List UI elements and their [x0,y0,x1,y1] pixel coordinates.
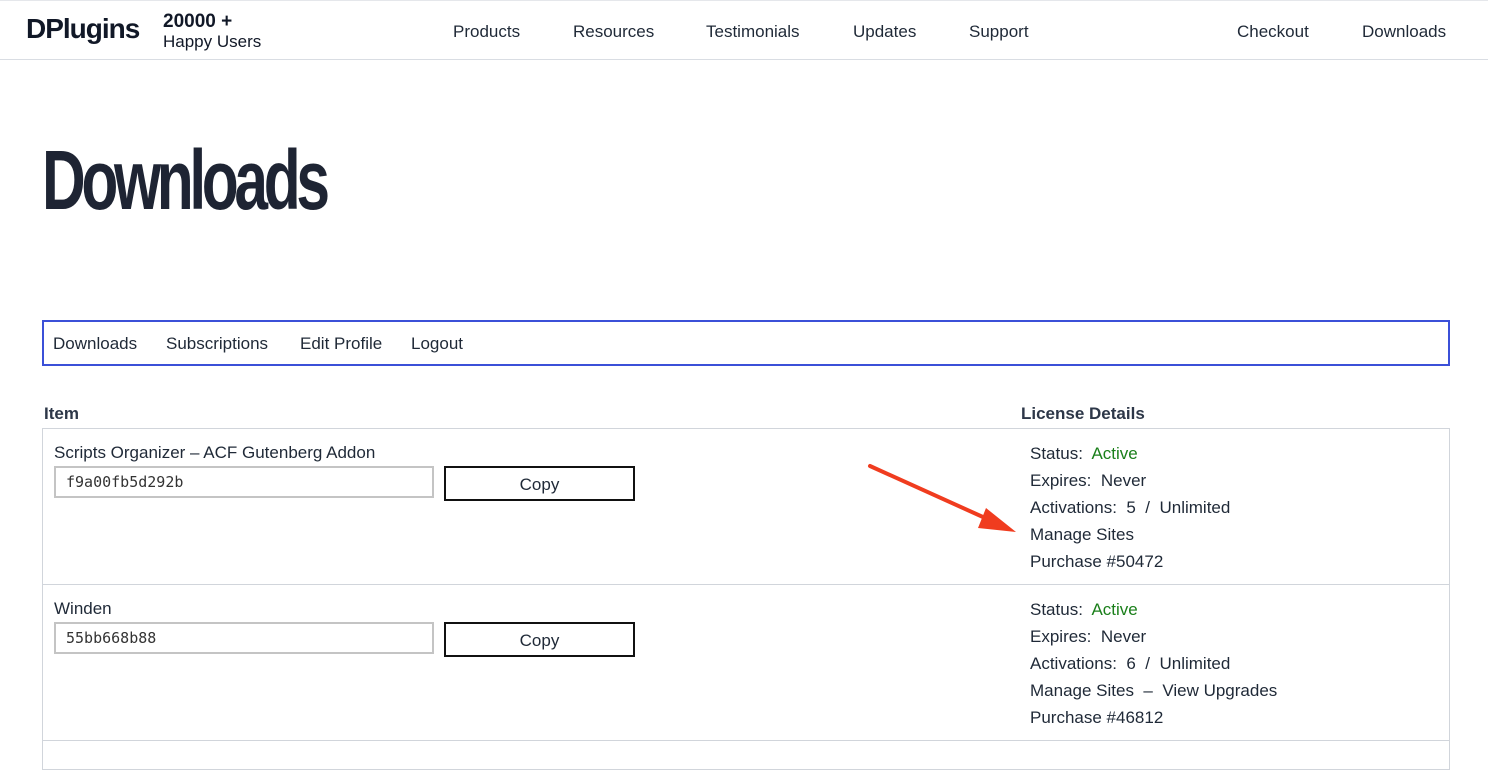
page-title: Downloads [42,133,330,227]
expires-label: Expires: [1030,627,1092,646]
activations-used: 6 [1126,654,1136,673]
nav-testimonials[interactable]: Testimonials [706,21,800,43]
tab-logout[interactable]: Logout [411,334,463,354]
expires-label: Expires: [1030,471,1092,490]
tab-edit-profile[interactable]: Edit Profile [300,334,382,354]
nav-support[interactable]: Support [969,21,1029,43]
view-upgrades-link[interactable]: View Upgrades [1162,681,1277,700]
tab-subscriptions[interactable]: Subscriptions [166,334,268,354]
column-header-license-details: License Details [1021,404,1145,423]
copy-button[interactable]: Copy [444,622,635,657]
site-header: DPlugins 20000 + Happy Users Products Re… [0,0,1488,60]
manage-sites-link[interactable]: Manage Sites [1030,681,1134,700]
nav-downloads[interactable]: Downloads [1362,21,1446,43]
activations-used: 5 [1126,498,1136,517]
dplugins-logo[interactable]: DPlugins [26,13,140,45]
annotation-arrow-icon [868,464,1016,532]
activations-label: Activations: [1030,654,1117,673]
table-row [42,740,1450,770]
nav-updates[interactable]: Updates [853,21,916,43]
purchase-number: Purchase #50472 [1030,552,1164,571]
manage-sites-link[interactable]: Manage Sites [1030,525,1134,544]
users-count: 20000 + [163,11,233,32]
license-details: Status: Active Expires: Never Activation… [1030,600,1278,727]
tab-downloads[interactable]: Downloads [53,334,137,354]
purchase-number: Purchase #46812 [1030,708,1164,727]
table-row: Scripts Organizer – ACF Gutenberg Addon … [42,428,1450,585]
nav-products[interactable]: Products [453,21,520,43]
activations-limit: Unlimited [1159,654,1231,673]
item-name: Winden [54,599,112,618]
column-header-item: Item [44,404,79,423]
nav-checkout[interactable]: Checkout [1237,21,1309,43]
nav-resources[interactable]: Resources [573,21,654,43]
status-label: Status: [1030,600,1083,619]
expires-value: Never [1100,627,1147,646]
users-label: Happy Users [163,32,262,51]
status-badge: Active [1091,600,1138,619]
activations-limit: Unlimited [1159,498,1231,517]
activations-label: Activations: [1030,498,1117,517]
table-row: Winden Copy Status: Active Expires: Neve… [42,584,1450,741]
account-tabs: Downloads Subscriptions Edit Profile Log… [42,320,1450,366]
status-badge: Active [1091,444,1138,463]
license-details: Status: Active Expires: Never Activation… [1030,444,1231,571]
license-key-field[interactable] [54,466,434,498]
copy-button[interactable]: Copy [444,466,635,501]
item-name: Scripts Organizer – ACF Gutenberg Addon [54,443,376,462]
expires-value: Never [1100,471,1147,490]
status-label: Status: [1030,444,1083,463]
license-key-field[interactable] [54,622,434,654]
